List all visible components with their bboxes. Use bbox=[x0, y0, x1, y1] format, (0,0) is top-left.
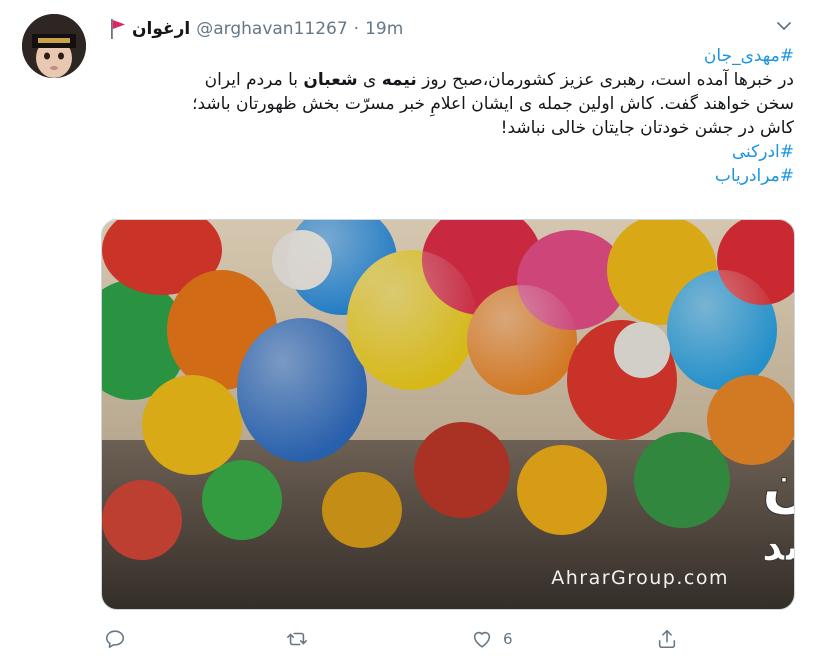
tweet-line-2: سخن خواهند گفت. کاش اولین جمله ی ایشان ا… bbox=[192, 94, 794, 114]
image-watermark: AhrarGroup.com bbox=[551, 567, 729, 589]
red-flag-icon bbox=[111, 19, 125, 39]
text-fragment: با مردم ایران bbox=[204, 70, 304, 90]
image-overlay-line1: در جشن خودتان bbox=[762, 450, 795, 520]
tweet-image[interactable]: در جشن خودتان کاش جایتان خالی نباشد Ahra… bbox=[101, 219, 795, 610]
text-fragment: در خبرها آمده است، رهبری عزیز کشورمان،صب… bbox=[416, 70, 794, 90]
hashtag-link[interactable]: #مهدی_جان bbox=[105, 44, 794, 68]
retweet-icon bbox=[287, 632, 307, 646]
share-icon bbox=[658, 629, 676, 649]
text-fragment: ی bbox=[357, 70, 382, 90]
tweet-timestamp[interactable]: 19m bbox=[365, 19, 403, 39]
tweet-line-1: در خبرها آمده است، رهبری عزیز کشورمان،صب… bbox=[105, 68, 794, 92]
tweet-text: #مهدی_جان در خبرها آمده است، رهبری عزیز … bbox=[105, 44, 794, 188]
hashtag-link[interactable]: #ادرکنی bbox=[105, 140, 794, 164]
reply-button[interactable] bbox=[104, 624, 136, 654]
heart-icon bbox=[473, 631, 491, 648]
like-count: 6 bbox=[503, 630, 513, 648]
avatar[interactable] bbox=[22, 14, 86, 78]
bold-word: نیمه bbox=[381, 70, 417, 90]
share-button[interactable] bbox=[656, 624, 678, 654]
reply-icon bbox=[105, 630, 125, 649]
tweet-line-3: کاش در جشن خودتان جایتان خالی نباشد! bbox=[500, 118, 794, 138]
header-separator: · bbox=[353, 19, 360, 39]
tweet-actions: 6 bbox=[100, 624, 700, 654]
like-button[interactable]: 6 bbox=[471, 624, 513, 654]
tweet-header: ارغوان @arghavan11267 · 19m bbox=[108, 16, 766, 42]
display-name[interactable]: ارغوان bbox=[132, 19, 190, 39]
bold-word: شعبان bbox=[303, 70, 358, 90]
user-handle[interactable]: @arghavan11267 bbox=[196, 19, 347, 39]
chevron-down-icon[interactable] bbox=[774, 16, 794, 36]
hashtag-link[interactable]: #مرادریاب bbox=[105, 164, 794, 188]
retweet-button[interactable] bbox=[286, 624, 318, 654]
image-overlay-line2: کاش جایتان خالی نباشد bbox=[762, 524, 795, 570]
